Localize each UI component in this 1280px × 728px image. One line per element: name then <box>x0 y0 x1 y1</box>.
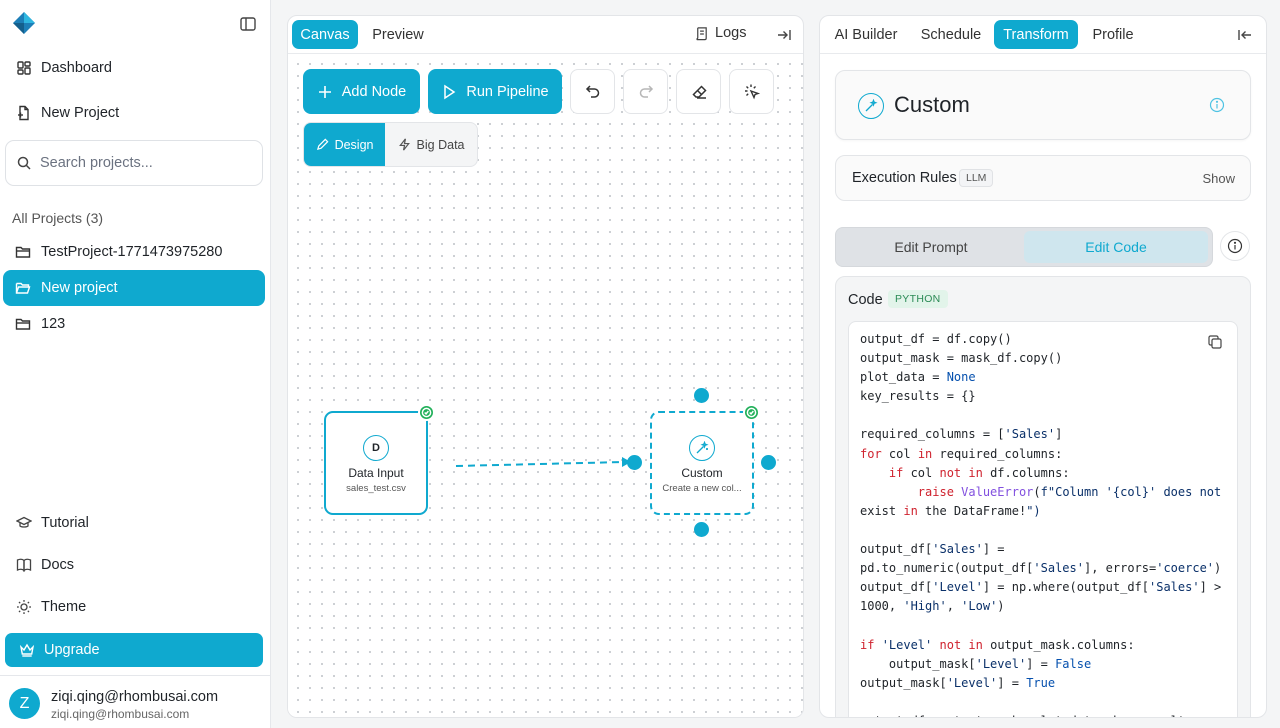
project-name: TestProject-1771473975280 <box>41 244 223 260</box>
code-card: Code PYTHON output_df = df.copy() output… <box>835 276 1251 717</box>
dashboard-icon <box>17 61 31 75</box>
node-handle-right[interactable] <box>761 455 776 470</box>
node-handle-left[interactable] <box>627 455 642 470</box>
code-label: Code <box>848 292 883 308</box>
tab-profile[interactable]: Profile <box>1084 20 1142 49</box>
tab-ai-builder[interactable]: AI Builder <box>826 20 906 49</box>
node-custom[interactable]: Custom Create a new col... <box>650 411 754 515</box>
edit-prompt-button[interactable]: Edit Prompt <box>839 231 1023 263</box>
folder-open-icon <box>15 282 31 294</box>
node-subtitle: Create a new col... <box>662 483 742 494</box>
user-name: ziqi.qing@rhombusai.com <box>51 689 219 705</box>
node-handle-top[interactable] <box>694 388 709 403</box>
data-input-icon: D <box>363 435 389 461</box>
nav-new-project-label: New Project <box>41 105 120 121</box>
tab-schedule[interactable]: Schedule <box>914 20 988 49</box>
user-email: ziqi.qing@rhombusai.com <box>51 707 190 721</box>
sidebar: Dashboard New Project All Projects (3) T… <box>0 0 271 728</box>
nav-docs[interactable]: Docs <box>16 553 74 577</box>
project-name: New project <box>41 280 118 296</box>
execution-rules-label: Execution Rules <box>852 170 957 186</box>
graduation-cap-icon <box>16 516 32 528</box>
nav-docs-label: Docs <box>41 557 75 573</box>
code-editor[interactable]: output_df = df.copy() output_mask = mask… <box>848 321 1238 717</box>
folder-icon <box>15 246 31 258</box>
node-data-input[interactable]: D Data Input sales_test.csv <box>324 411 428 515</box>
node-header-card: Custom <box>835 70 1251 140</box>
node-subtitle: sales_test.csv <box>346 483 406 494</box>
magic-wand-icon <box>858 93 884 119</box>
upgrade-button[interactable]: Upgrade <box>5 633 263 667</box>
llm-badge: LLM <box>959 169 994 187</box>
sidebar-toggle-icon[interactable] <box>239 15 257 33</box>
app-logo[interactable] <box>12 11 36 35</box>
nav-tutorial-label: Tutorial <box>41 515 89 531</box>
all-projects-heading: All Projects (3) <box>12 210 104 226</box>
info-icon[interactable] <box>1220 231 1250 261</box>
nav-new-project[interactable]: New Project <box>16 101 119 125</box>
collapse-left-icon[interactable] <box>1237 27 1253 43</box>
project-item-active[interactable]: New project <box>3 270 265 306</box>
info-icon[interactable] <box>1209 97 1225 113</box>
nav-theme[interactable]: Theme <box>16 595 86 619</box>
node-title: Custom <box>681 466 723 480</box>
project-item[interactable]: 123 <box>3 306 265 342</box>
language-badge: PYTHON <box>888 290 948 308</box>
folder-icon <box>15 318 31 330</box>
upgrade-label: Upgrade <box>44 642 100 658</box>
tab-transform[interactable]: Transform <box>994 20 1078 49</box>
search-input[interactable] <box>40 155 240 171</box>
nav-dashboard[interactable]: Dashboard <box>16 56 112 80</box>
canvas-panel: Canvas Preview Logs Add Node Run Pipelin… <box>287 15 804 718</box>
show-toggle[interactable]: Show <box>1202 171 1235 186</box>
search-icon <box>17 156 31 170</box>
status-check-icon <box>418 404 435 421</box>
node-title: Data Input <box>348 466 404 480</box>
edit-code-button[interactable]: Edit Code <box>1024 231 1208 263</box>
right-panel: AI Builder Schedule Transform Profile Cu… <box>819 15 1267 718</box>
edge-connection <box>455 457 631 467</box>
execution-rules[interactable]: Execution Rules LLM Show <box>835 155 1251 201</box>
status-check-icon <box>743 404 760 421</box>
crown-icon <box>19 643 35 657</box>
nav-theme-label: Theme <box>41 599 87 615</box>
right-panel-tabs: AI Builder Schedule Transform Profile <box>820 16 1266 54</box>
magic-wand-icon <box>689 435 715 461</box>
new-file-icon <box>18 105 29 121</box>
node-handle-bottom[interactable] <box>694 522 709 537</box>
avatar[interactable]: Z <box>9 688 40 719</box>
nav-dashboard-label: Dashboard <box>41 60 112 76</box>
code-text[interactable]: output_df = df.copy() output_mask = mask… <box>860 330 1221 717</box>
node-title: Custom <box>894 92 970 117</box>
project-item[interactable]: TestProject-1771473975280 <box>3 234 265 270</box>
sun-icon <box>17 600 31 614</box>
edit-mode-segment: Edit Prompt Edit Code <box>835 227 1213 267</box>
nav-tutorial[interactable]: Tutorial <box>16 511 89 535</box>
search-box[interactable] <box>5 140 263 186</box>
book-open-icon <box>16 558 32 573</box>
project-name: 123 <box>41 316 66 332</box>
divider <box>0 675 271 676</box>
